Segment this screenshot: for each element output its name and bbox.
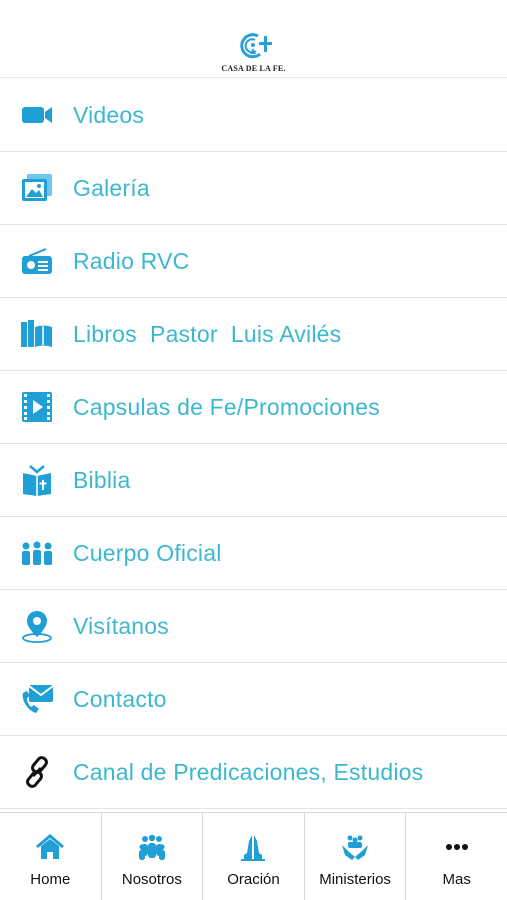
main-menu: Videos Galería Radio RVC Libros Pastor L… bbox=[0, 79, 507, 809]
location-pin-icon bbox=[20, 609, 54, 643]
menu-item-canal[interactable]: Canal de Predicaciones, Estudios bbox=[0, 736, 507, 809]
ministry-icon bbox=[340, 833, 370, 861]
menu-label: Libros Pastor Luis Avilés bbox=[73, 320, 342, 347]
film-play-icon bbox=[20, 390, 54, 424]
video-camera-icon bbox=[20, 98, 54, 132]
people-icon bbox=[137, 833, 167, 861]
logo-text: CASA DE LA FE. bbox=[221, 64, 286, 73]
bible-icon bbox=[20, 463, 54, 497]
menu-label: Galería bbox=[73, 174, 150, 201]
tab-label: Mas bbox=[442, 871, 471, 888]
group-icon bbox=[20, 536, 54, 570]
church-logo-icon bbox=[239, 33, 272, 59]
contact-mail-phone-icon bbox=[20, 682, 54, 716]
menu-item-galeria[interactable]: Galería bbox=[0, 152, 507, 225]
menu-item-libros[interactable]: Libros Pastor Luis Avilés bbox=[0, 298, 507, 371]
tab-label: Oración bbox=[227, 871, 280, 888]
tab-label: Ministerios bbox=[319, 871, 391, 888]
menu-item-videos[interactable]: Videos bbox=[0, 79, 507, 152]
menu-label: Radio RVC bbox=[73, 247, 190, 274]
menu-label: Capsulas de Fe/Promociones bbox=[73, 393, 380, 420]
menu-label: Visítanos bbox=[73, 612, 169, 639]
books-icon bbox=[20, 317, 54, 351]
menu-label: Videos bbox=[73, 101, 145, 128]
gallery-icon bbox=[20, 171, 54, 205]
tab-label: Nosotros bbox=[121, 871, 182, 888]
menu-label: Biblia bbox=[73, 466, 131, 493]
tab-ministerios[interactable]: Ministerios bbox=[305, 813, 407, 900]
tab-mas[interactable]: Mas bbox=[406, 813, 507, 900]
praying-hands-icon bbox=[238, 833, 268, 861]
link-icon bbox=[20, 755, 54, 789]
menu-item-cuerpo-oficial[interactable]: Cuerpo Oficial bbox=[0, 517, 507, 590]
menu-item-contacto[interactable]: Contacto bbox=[0, 663, 507, 736]
app-header: CASA DE LA FE. bbox=[0, 0, 507, 78]
menu-label: Canal de Predicaciones, Estudios bbox=[73, 758, 424, 785]
tab-label: Home bbox=[30, 871, 71, 888]
tab-nosotros[interactable]: Nosotros bbox=[102, 813, 204, 900]
menu-item-capsulas[interactable]: Capsulas de Fe/Promociones bbox=[0, 371, 507, 444]
menu-label: Contacto bbox=[73, 685, 167, 712]
more-dots-icon bbox=[442, 833, 472, 861]
home-icon bbox=[35, 833, 65, 861]
menu-label: Cuerpo Oficial bbox=[73, 539, 222, 566]
radio-icon bbox=[20, 244, 54, 278]
menu-item-radio[interactable]: Radio RVC bbox=[0, 225, 507, 298]
menu-item-biblia[interactable]: Biblia bbox=[0, 444, 507, 517]
tab-oracion[interactable]: Oración bbox=[203, 813, 305, 900]
menu-item-visitanos[interactable]: Visítanos bbox=[0, 590, 507, 663]
bottom-tab-bar: Home Nosotros Oración Ministerios Mas bbox=[0, 812, 507, 900]
tab-home[interactable]: Home bbox=[0, 813, 102, 900]
